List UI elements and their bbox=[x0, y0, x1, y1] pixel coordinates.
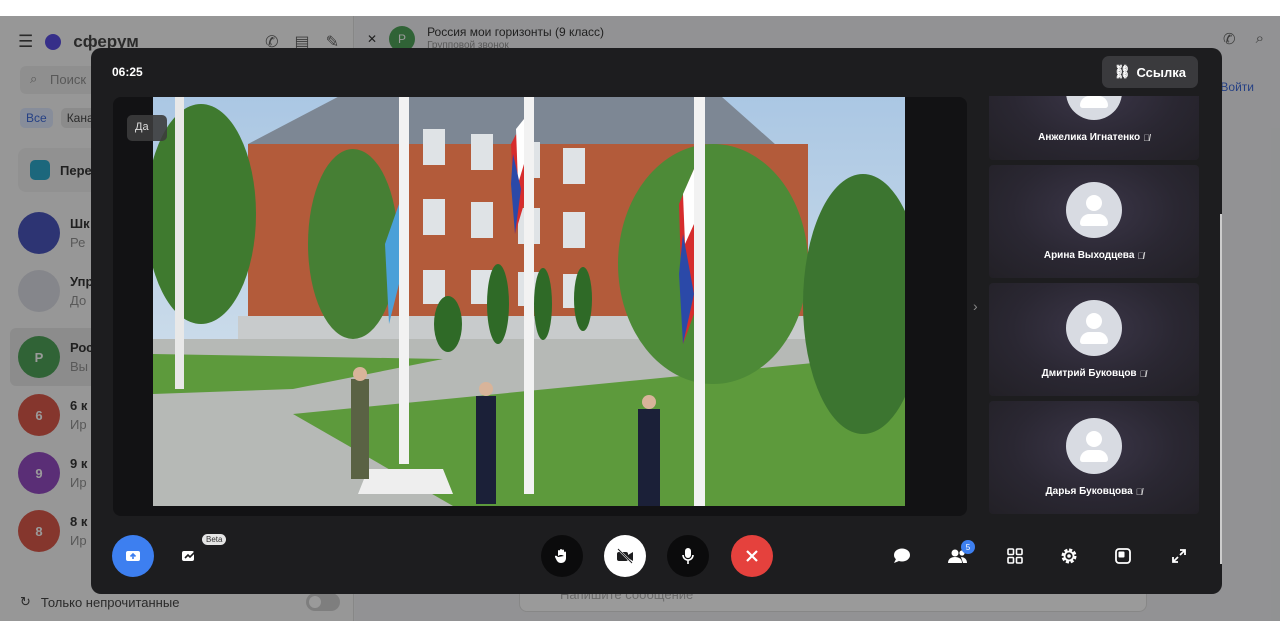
share-screen-button[interactable] bbox=[112, 535, 154, 577]
whiteboard-icon bbox=[182, 551, 196, 561]
fullscreen-button[interactable] bbox=[1158, 535, 1200, 577]
gear-icon bbox=[1061, 548, 1077, 564]
speaker-name-tag: Да bbox=[127, 115, 167, 141]
raise-hand-icon bbox=[554, 549, 566, 563]
participant-name: Арина Выходцева bbox=[1043, 250, 1135, 261]
participant-name: Анжелика Игнатенко bbox=[1038, 132, 1141, 143]
chevron-right-icon[interactable]: › bbox=[973, 298, 978, 314]
beta-badge: Beta bbox=[202, 534, 227, 545]
main-video-stage: Да bbox=[113, 97, 967, 516]
mic-off-icon: 🎙̸ bbox=[1143, 132, 1150, 143]
user-avatar-icon bbox=[1066, 182, 1122, 238]
pip-icon bbox=[1115, 548, 1131, 564]
mic-off-icon: 🎙̸ bbox=[1137, 250, 1145, 261]
participant-tile[interactable]: Арина Выходцева 🎙̸ bbox=[989, 165, 1199, 278]
mic-off-icon: 🎙̸ bbox=[1135, 486, 1143, 497]
participant-name: Дарья Буковцова bbox=[1045, 486, 1133, 497]
settings-button[interactable] bbox=[1048, 535, 1090, 577]
participants-panel: Анжелика Игнатенко 🎙̸ Арина Выходцева 🎙̸ Д… bbox=[989, 96, 1199, 516]
copy-link-button[interactable]: ⛓ Ссылка bbox=[1101, 56, 1198, 88]
participant-name: Дмитрий Буковцов bbox=[1041, 368, 1137, 379]
user-avatar-icon bbox=[1066, 300, 1122, 356]
picture-in-picture-button[interactable] bbox=[1102, 535, 1144, 577]
participant-tile[interactable]: Дмитрий Буковцов 🎙̸ bbox=[989, 283, 1199, 396]
fullscreen-icon bbox=[1172, 549, 1186, 563]
camera-toggle-button[interactable] bbox=[604, 535, 646, 577]
microphone-icon bbox=[682, 548, 694, 564]
end-call-icon bbox=[746, 550, 758, 562]
microphone-toggle-button[interactable] bbox=[667, 535, 709, 577]
camera-off-icon bbox=[617, 548, 633, 564]
call-window: 06:25 ⛓ Ссылка Да › Анжелика Игнатенко 🎙… bbox=[91, 48, 1222, 594]
participants-scrollbar[interactable] bbox=[1220, 214, 1222, 564]
participant-tile[interactable]: Анжелика Игнатенко 🎙̸ bbox=[989, 96, 1199, 160]
grid-layout-icon bbox=[1007, 548, 1023, 564]
user-avatar-icon bbox=[1066, 96, 1122, 120]
link-icon: ⛓ bbox=[1113, 64, 1131, 79]
mic-off-icon: 🎙̸ bbox=[1139, 368, 1147, 379]
participants-count-badge: 5 bbox=[961, 540, 975, 554]
end-call-button[interactable] bbox=[731, 535, 773, 577]
copy-link-label: Ссылка bbox=[1136, 64, 1186, 80]
participant-tile[interactable]: Дарья Буковцова 🎙̸ bbox=[989, 401, 1199, 514]
raise-hand-button[interactable] bbox=[541, 535, 583, 577]
top-strip bbox=[0, 0, 1280, 16]
call-timer: 06:25 bbox=[112, 65, 143, 79]
shared-video bbox=[153, 97, 905, 506]
user-avatar-icon bbox=[1066, 418, 1122, 474]
chat-button[interactable] bbox=[881, 535, 923, 577]
share-screen-icon bbox=[126, 551, 140, 561]
chat-icon bbox=[894, 548, 910, 563]
grid-layout-button[interactable] bbox=[994, 535, 1036, 577]
